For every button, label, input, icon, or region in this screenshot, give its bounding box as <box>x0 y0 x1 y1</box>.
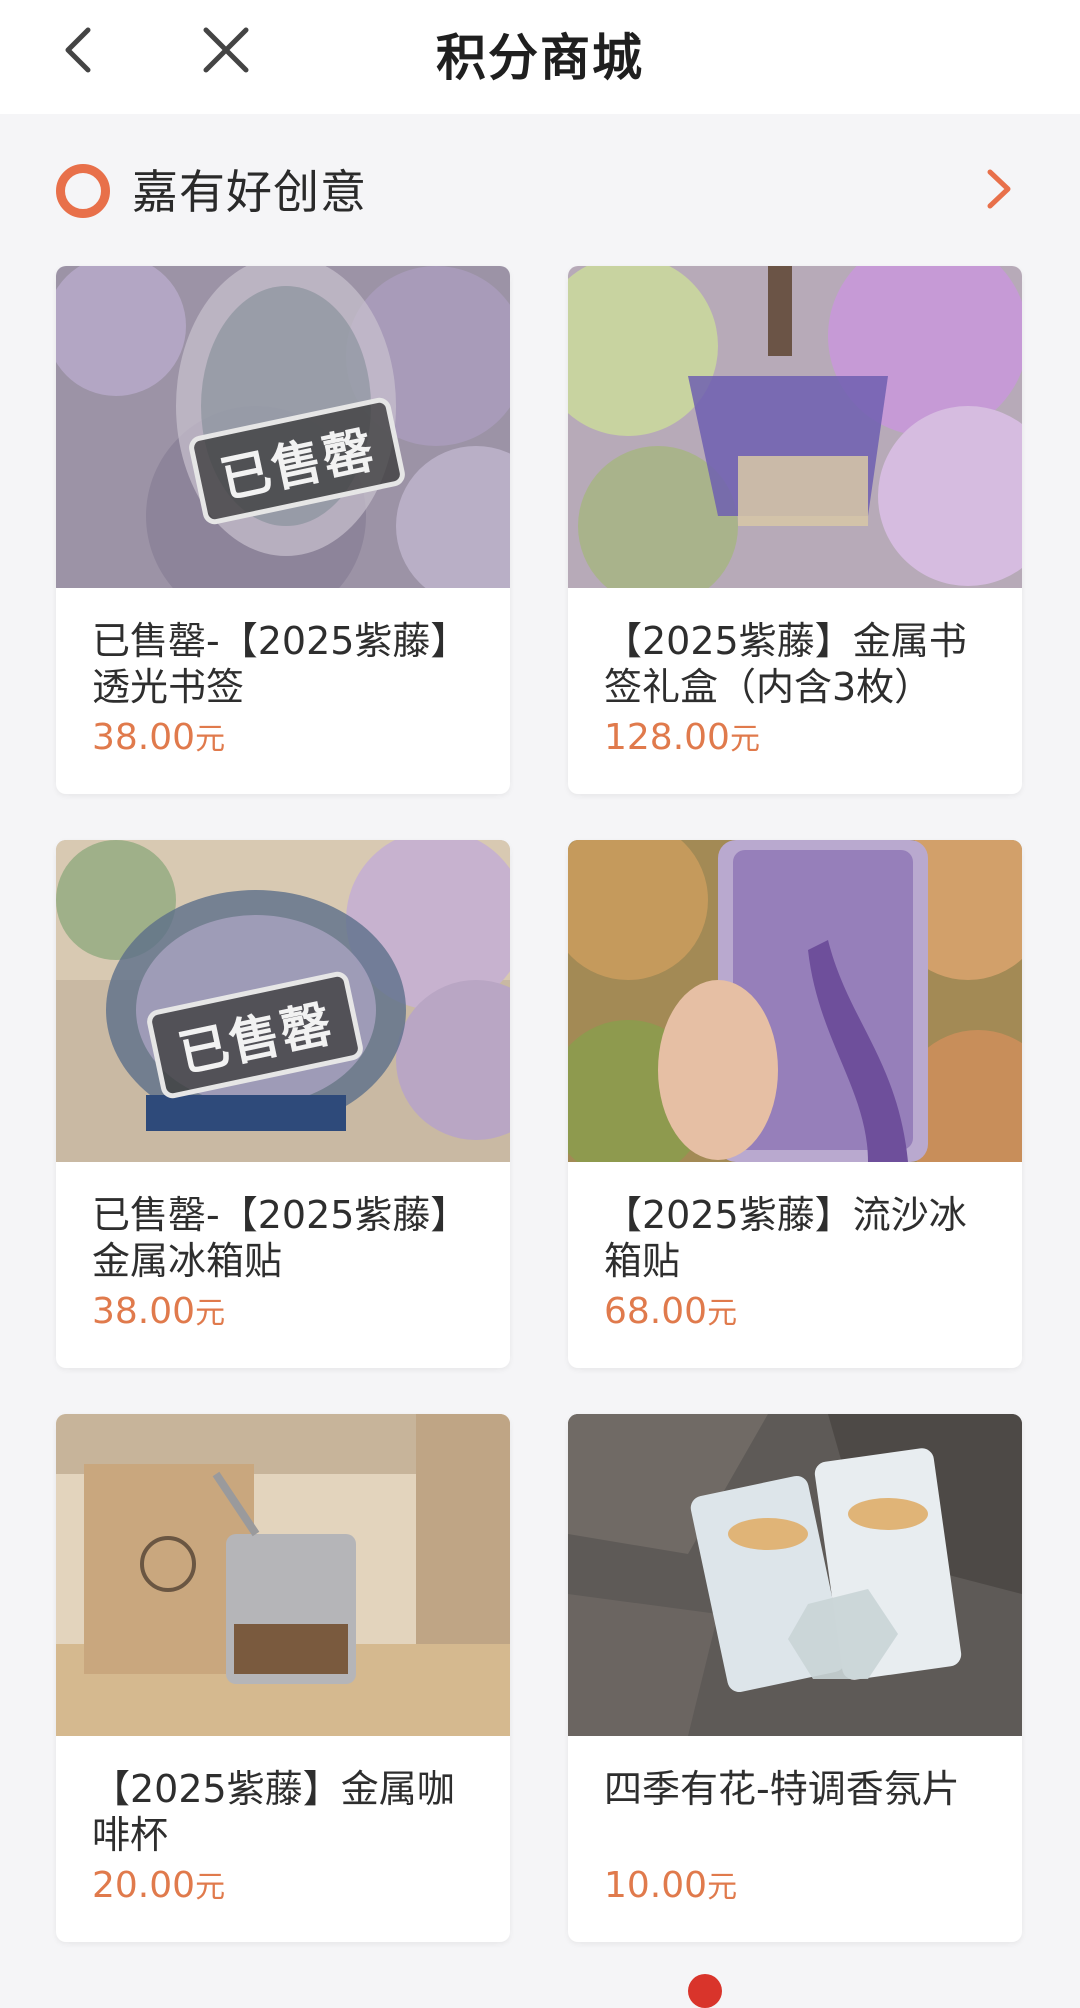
price-value: 68.00 <box>604 1291 708 1332</box>
price-unit: 元 <box>729 722 760 757</box>
product-image <box>56 1414 510 1736</box>
product-card[interactable]: 四季有花-特调香氛片 10.00元 <box>568 1414 1022 1942</box>
product-name: 已售罄-【2025紫藤】透光书签 <box>92 619 469 709</box>
product-price: 20.00元 <box>92 1862 225 1906</box>
product-card[interactable]: 已售罄 已售罄-【2025紫藤】透光书签 38.00元 <box>56 266 510 794</box>
price-unit: 元 <box>707 1296 738 1331</box>
product-image <box>568 266 1022 588</box>
product-image <box>568 840 1022 1162</box>
ring-icon <box>56 164 110 218</box>
product-price: 10.00元 <box>604 1862 737 1906</box>
price-unit: 元 <box>195 722 226 757</box>
product-name: 已售罄-【2025紫藤】金属冰箱贴 <box>92 1193 469 1283</box>
product-name: 【2025紫藤】金属书签礼盒（内含3枚） <box>604 619 967 709</box>
section-header-link[interactable]: 嘉有好创意 <box>0 150 1080 226</box>
price-value: 128.00 <box>604 717 730 758</box>
chevron-right-icon <box>987 169 1011 209</box>
top-navigation-bar: 积分商城 <box>0 0 1080 114</box>
price-value: 38.00 <box>92 717 196 758</box>
product-card[interactable]: 【2025紫藤】金属咖啡杯 20.00元 <box>56 1414 510 1942</box>
price-unit: 元 <box>195 1296 226 1331</box>
price-unit: 元 <box>707 1870 738 1905</box>
product-image: 已售罄 <box>56 266 510 588</box>
notification-dot <box>688 1974 722 2008</box>
product-price: 68.00元 <box>604 1288 737 1332</box>
product-image <box>568 1414 1022 1736</box>
price-unit: 元 <box>195 1870 226 1905</box>
page-title: 积分商城 <box>436 29 644 87</box>
product-name: 【2025紫藤】流沙冰箱贴 <box>604 1193 967 1283</box>
product-price: 128.00元 <box>604 714 760 758</box>
product-price: 38.00元 <box>92 1288 225 1332</box>
price-value: 10.00 <box>604 1865 708 1906</box>
price-value: 38.00 <box>92 1291 196 1332</box>
product-image: 已售罄 <box>56 840 510 1162</box>
product-card[interactable]: 【2025紫藤】流沙冰箱贴 68.00元 <box>568 840 1022 1368</box>
product-card[interactable]: 【2025紫藤】金属书签礼盒（内含3枚） 128.00元 <box>568 266 1022 794</box>
section-title: 嘉有好创意 <box>132 165 367 219</box>
product-name: 【2025紫藤】金属咖啡杯 <box>92 1767 455 1857</box>
product-name: 四季有花-特调香氛片 <box>604 1767 960 1811</box>
product-price: 38.00元 <box>92 714 225 758</box>
product-card[interactable]: 已售罄 已售罄-【2025紫藤】金属冰箱贴 38.00元 <box>56 840 510 1368</box>
price-value: 20.00 <box>92 1865 196 1906</box>
